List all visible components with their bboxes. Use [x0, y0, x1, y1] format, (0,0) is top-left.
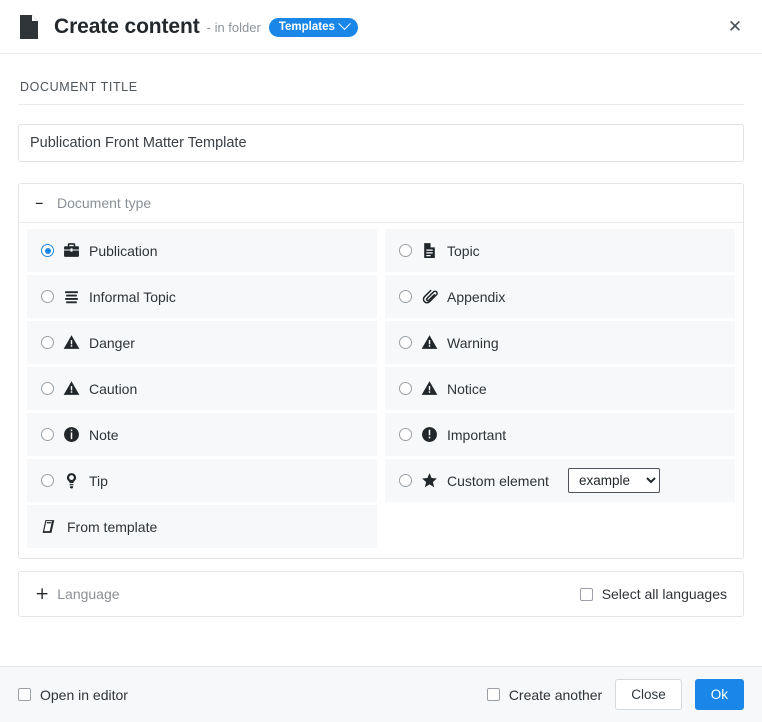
chevron-down-icon — [338, 17, 351, 30]
option-danger[interactable]: Danger — [27, 321, 377, 364]
option-grid-filler — [385, 505, 735, 548]
option-from-template[interactable]: From template — [27, 505, 377, 548]
document-lines-icon — [421, 242, 438, 259]
radio-tip[interactable] — [41, 474, 54, 487]
option-publication[interactable]: Publication — [27, 229, 377, 272]
radio-caution[interactable] — [41, 382, 54, 395]
expand-plus-icon[interactable]: + — [35, 586, 49, 603]
briefcase-icon — [63, 242, 80, 259]
option-label: Informal Topic — [89, 289, 176, 305]
warning-triangle-icon — [63, 334, 80, 351]
page-title: Create content — [54, 15, 200, 39]
option-topic[interactable]: Topic — [385, 229, 735, 272]
document-icon — [18, 14, 40, 40]
open-in-editor-label: Open in editor — [40, 687, 128, 703]
radio-appendix[interactable] — [399, 290, 412, 303]
option-label: Important — [447, 427, 506, 443]
document-type-options-grid: Publication Topic Informal Topic — [19, 223, 743, 558]
folder-badge-label: Templates — [279, 21, 335, 33]
option-important[interactable]: Important — [385, 413, 735, 456]
option-label: Topic — [447, 243, 480, 259]
paperclip-icon — [421, 288, 438, 305]
close-button[interactable]: Close — [615, 679, 682, 710]
create-another-checkbox[interactable] — [487, 688, 500, 701]
option-tip[interactable]: Tip — [27, 459, 377, 502]
list-lines-icon — [63, 288, 80, 305]
option-label: From template — [67, 519, 157, 535]
header-subtitle: - in folder — [207, 20, 261, 35]
language-panel-label: Language — [57, 586, 119, 602]
open-in-editor-control[interactable]: Open in editor — [18, 687, 128, 703]
radio-informal-topic[interactable] — [41, 290, 54, 303]
document-type-panel: – Document type Publication Topic — [18, 183, 744, 559]
radio-notice[interactable] — [399, 382, 412, 395]
option-label: Caution — [89, 381, 137, 397]
option-label: Appendix — [447, 289, 505, 305]
document-type-panel-label: Document type — [57, 195, 151, 211]
folder-badge[interactable]: Templates — [269, 18, 358, 37]
option-label: Tip — [89, 473, 108, 489]
close-icon[interactable]: ✕ — [724, 16, 746, 38]
radio-warning[interactable] — [399, 336, 412, 349]
option-caution[interactable]: Caution — [27, 367, 377, 410]
info-circle-icon — [63, 426, 80, 443]
warning-triangle-icon — [63, 380, 80, 397]
option-label: Note — [89, 427, 119, 443]
ok-button[interactable]: Ok — [695, 679, 744, 710]
radio-important[interactable] — [399, 428, 412, 441]
warning-triangle-icon — [421, 334, 438, 351]
star-icon — [421, 472, 438, 489]
radio-topic[interactable] — [399, 244, 412, 257]
select-all-languages-label: Select all languages — [602, 586, 727, 602]
radio-note[interactable] — [41, 428, 54, 441]
dialog-body: DOCUMENT TITLE – Document type Publicati… — [0, 54, 762, 617]
dialog-header: Create content - in folder Templates ✕ — [0, 0, 762, 54]
radio-publication[interactable] — [41, 244, 54, 257]
option-informal-topic[interactable]: Informal Topic — [27, 275, 377, 318]
dialog-footer: Open in editor Create another Close Ok — [0, 666, 762, 722]
collapse-minus-icon[interactable]: – — [35, 195, 51, 212]
custom-element-select[interactable]: example — [568, 468, 660, 493]
create-another-control[interactable]: Create another — [487, 687, 602, 703]
option-appendix[interactable]: Appendix — [385, 275, 735, 318]
warning-triangle-icon — [421, 380, 438, 397]
open-in-editor-checkbox[interactable] — [18, 688, 31, 701]
option-note[interactable]: Note — [27, 413, 377, 456]
book-icon — [41, 518, 58, 535]
language-expand-control[interactable]: + Language — [35, 586, 120, 603]
option-label: Danger — [89, 335, 135, 351]
footer-actions: Create another Close Ok — [487, 679, 744, 710]
option-label: Custom element — [447, 473, 549, 489]
radio-danger[interactable] — [41, 336, 54, 349]
language-panel: + Language Select all languages — [18, 571, 744, 617]
option-label: Warning — [447, 335, 499, 351]
select-all-languages-checkbox[interactable] — [580, 588, 593, 601]
option-label: Notice — [447, 381, 487, 397]
exclamation-circle-icon — [421, 426, 438, 443]
option-notice[interactable]: Notice — [385, 367, 735, 410]
option-label: Publication — [89, 243, 158, 259]
lightbulb-icon — [63, 472, 80, 489]
document-title-input[interactable] — [18, 124, 744, 162]
document-title-section-label: DOCUMENT TITLE — [18, 54, 744, 105]
create-another-label: Create another — [509, 687, 602, 703]
select-all-languages-control[interactable]: Select all languages — [580, 586, 727, 602]
option-warning[interactable]: Warning — [385, 321, 735, 364]
option-custom-element[interactable]: Custom element example — [385, 459, 735, 502]
radio-custom-element[interactable] — [399, 474, 412, 487]
header-divider — [0, 53, 762, 54]
document-type-panel-header[interactable]: – Document type — [19, 184, 743, 223]
